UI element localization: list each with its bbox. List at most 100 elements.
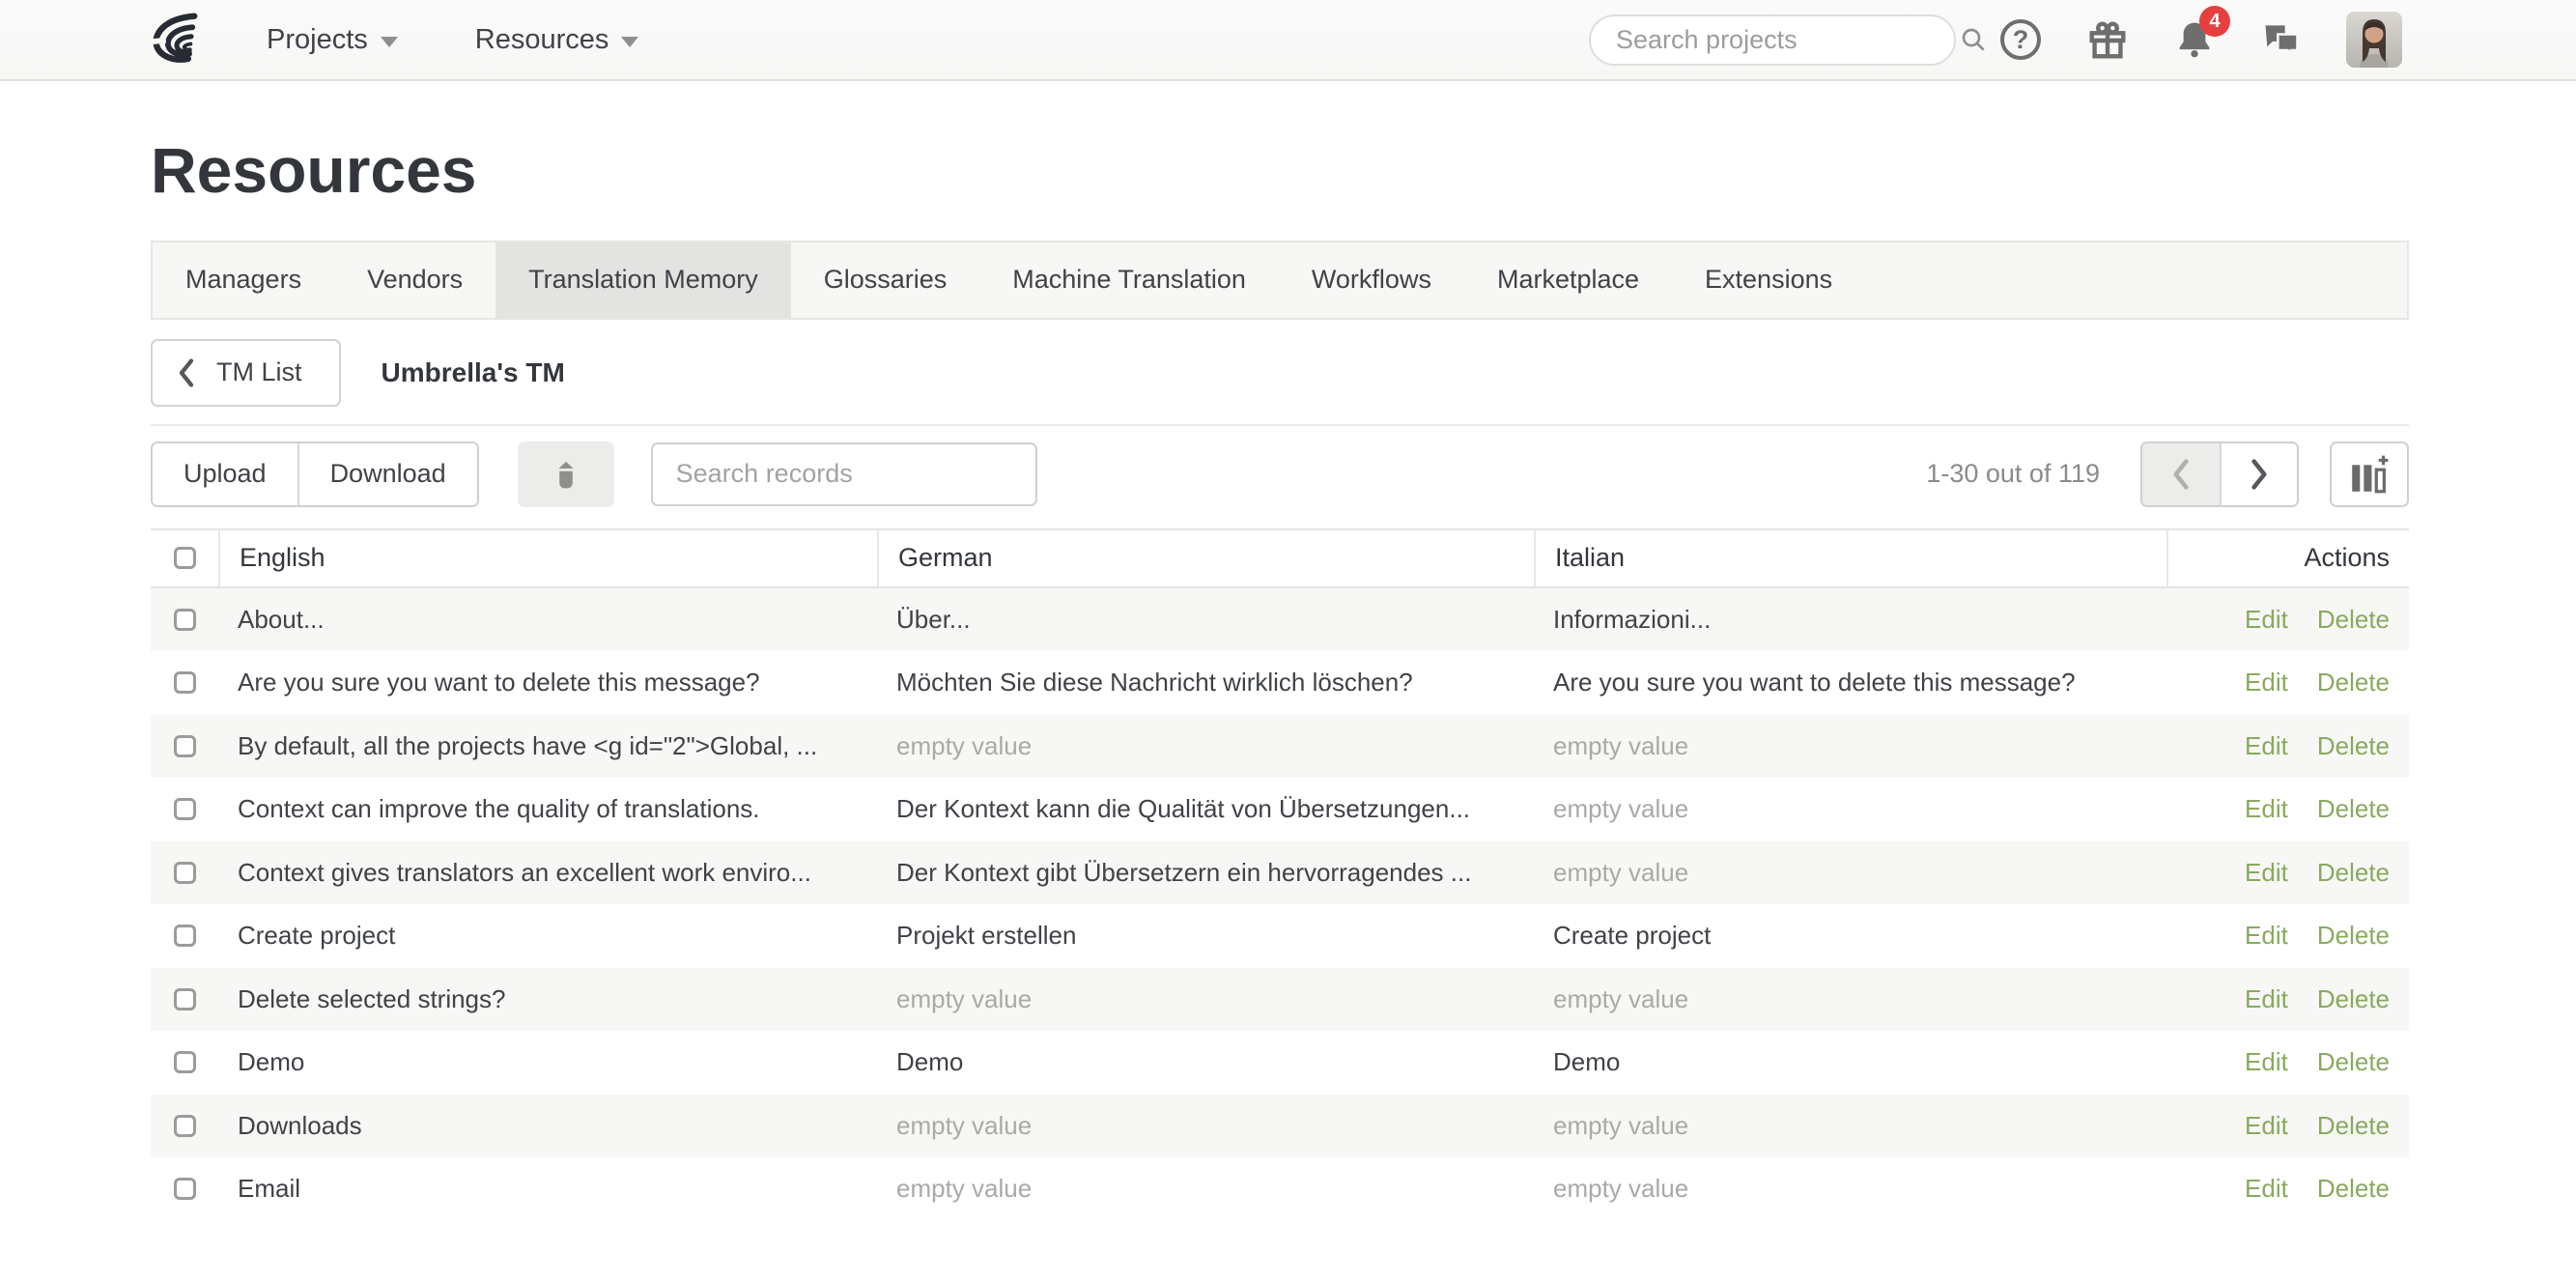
tab-glossaries[interactable]: Glossaries <box>791 242 980 318</box>
row-checkbox[interactable] <box>174 735 196 757</box>
delete-link[interactable]: Delete <box>2317 794 2390 824</box>
cell-italian: Are you sure you want to delete this mes… <box>1534 668 2166 697</box>
row-checkbox[interactable] <box>174 671 196 694</box>
table-row: Create project Projekt erstellen Create … <box>151 904 2409 968</box>
chevron-down-icon <box>381 37 398 47</box>
edit-link[interactable]: Edit <box>2245 984 2288 1014</box>
column-header-english: English <box>218 530 877 586</box>
tm-list-back-button[interactable]: TM List <box>151 339 341 407</box>
table-row: About... Über... Informazioni... Edit De… <box>151 588 2409 652</box>
edit-link[interactable]: Edit <box>2245 1174 2288 1204</box>
resources-tabs: Managers Vendors Translation Memory Glos… <box>151 241 2409 320</box>
cell-english: Are you sure you want to delete this mes… <box>218 668 877 697</box>
delete-link[interactable]: Delete <box>2317 921 2390 951</box>
tm-header-row: TM List Umbrella's TM <box>151 339 2409 407</box>
delete-records-button[interactable] <box>518 441 614 507</box>
gift-button[interactable] <box>2085 17 2130 62</box>
edit-link[interactable]: Edit <box>2245 605 2288 635</box>
upload-button[interactable]: Upload <box>153 443 297 505</box>
edit-link[interactable]: Edit <box>2245 858 2288 888</box>
nav-resources[interactable]: Resources <box>475 24 639 56</box>
nav-projects[interactable]: Projects <box>267 24 398 56</box>
tab-workflows[interactable]: Workflows <box>1279 242 1464 318</box>
cell-actions: Edit Delete <box>2166 984 2409 1014</box>
delete-link[interactable]: Delete <box>2317 984 2390 1014</box>
top-navigation: Projects Resources ? <box>0 0 2576 81</box>
cell-actions: Edit Delete <box>2166 858 2409 888</box>
column-header-actions: Actions <box>2166 530 2409 586</box>
columns-icon <box>2349 454 2390 495</box>
table-row: By default, all the projects have <g id=… <box>151 715 2409 779</box>
messages-button[interactable] <box>2259 17 2304 62</box>
edit-link[interactable]: Edit <box>2245 668 2288 697</box>
cell-italian: empty value <box>1534 858 2166 888</box>
cell-german: empty value <box>877 1174 1534 1204</box>
row-checkbox[interactable] <box>174 925 196 947</box>
chevron-left-icon <box>2171 459 2191 490</box>
cell-italian: empty value <box>1534 984 2166 1014</box>
help-button[interactable]: ? <box>1998 17 2043 62</box>
column-header-italian: Italian <box>1534 530 2166 586</box>
cell-italian: empty value <box>1534 1111 2166 1141</box>
tab-vendors[interactable]: Vendors <box>334 242 495 318</box>
download-button[interactable]: Download <box>297 443 477 505</box>
tm-list-back-label: TM List <box>216 357 302 387</box>
tab-marketplace[interactable]: Marketplace <box>1464 242 1672 318</box>
delete-link[interactable]: Delete <box>2317 1111 2390 1141</box>
cell-english: Create project <box>218 921 877 951</box>
tab-machine-translation[interactable]: Machine Translation <box>979 242 1279 318</box>
row-checkbox[interactable] <box>174 1178 196 1200</box>
edit-link[interactable]: Edit <box>2245 794 2288 824</box>
edit-link[interactable]: Edit <box>2245 921 2288 951</box>
tab-managers[interactable]: Managers <box>153 242 334 318</box>
edit-link[interactable]: Edit <box>2245 1047 2288 1077</box>
chevron-right-icon <box>2250 459 2269 490</box>
table-header: English German Italian Actions <box>151 528 2409 588</box>
row-checkbox[interactable] <box>174 609 196 631</box>
cell-english: Context gives translators an excellent w… <box>218 858 877 888</box>
select-all-cell <box>151 530 218 586</box>
manage-columns-button[interactable] <box>2330 441 2409 507</box>
edit-link[interactable]: Edit <box>2245 731 2288 761</box>
user-avatar[interactable] <box>2346 12 2402 68</box>
search-records-input[interactable] <box>651 442 1037 506</box>
row-checkbox[interactable] <box>174 798 196 820</box>
table-row: Demo Demo Demo Edit Delete <box>151 1031 2409 1095</box>
delete-link[interactable]: Delete <box>2317 668 2390 697</box>
table-body: About... Über... Informazioni... Edit De… <box>151 588 2409 1221</box>
edit-link[interactable]: Edit <box>2245 1111 2288 1141</box>
topnav-right: ? 4 <box>1589 12 2402 68</box>
row-checkbox[interactable] <box>174 988 196 1011</box>
delete-link[interactable]: Delete <box>2317 1047 2390 1077</box>
delete-link[interactable]: Delete <box>2317 1174 2390 1204</box>
search-projects-input[interactable] <box>1616 25 1958 55</box>
select-all-checkbox[interactable] <box>174 547 196 569</box>
row-checkbox[interactable] <box>174 1051 196 1073</box>
main-content: Resources Managers Vendors Translation M… <box>151 135 2409 1221</box>
cell-english: Demo <box>218 1047 877 1077</box>
crowdin-logo-icon[interactable] <box>145 9 207 71</box>
row-checkbox[interactable] <box>174 862 196 884</box>
question-mark-icon: ? <box>2000 19 2041 60</box>
delete-link[interactable]: Delete <box>2317 858 2390 888</box>
delete-link[interactable]: Delete <box>2317 731 2390 761</box>
row-checkbox[interactable] <box>174 1115 196 1137</box>
tab-translation-memory[interactable]: Translation Memory <box>495 242 791 318</box>
cell-italian: empty value <box>1534 731 2166 761</box>
search-projects-box <box>1589 14 1956 66</box>
cell-italian: empty value <box>1534 794 2166 824</box>
tab-extensions[interactable]: Extensions <box>1672 242 1865 318</box>
chevron-left-icon <box>178 358 195 387</box>
previous-page-button[interactable] <box>2142 443 2220 505</box>
cell-german: empty value <box>877 731 1534 761</box>
cell-german: Über... <box>877 605 1534 635</box>
table-row: Are you sure you want to delete this mes… <box>151 651 2409 715</box>
nav-resources-label: Resources <box>475 24 609 56</box>
notifications-button[interactable]: 4 <box>2172 17 2217 62</box>
cell-german: Möchten Sie diese Nachricht wirklich lös… <box>877 668 1534 697</box>
delete-link[interactable]: Delete <box>2317 605 2390 635</box>
chat-icon <box>2260 18 2303 61</box>
tm-records-table: English German Italian Actions About... … <box>151 528 2409 1221</box>
cell-italian: Create project <box>1534 921 2166 951</box>
next-page-button[interactable] <box>2220 443 2297 505</box>
